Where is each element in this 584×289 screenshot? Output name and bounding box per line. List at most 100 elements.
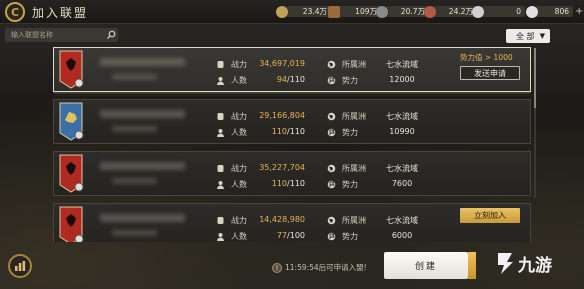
add-gold-icon[interactable]: + <box>575 6 583 17</box>
alliance-force: 7600 <box>391 179 413 188</box>
send-application-button[interactable]: 发送申请 <box>460 66 520 80</box>
grain-icon <box>276 5 288 18</box>
alliance-name-obscured <box>100 214 185 222</box>
alliance-region: 七水流域 <box>386 60 418 69</box>
alliance-power: 35,227,704 <box>259 163 305 172</box>
alliance-name-obscured <box>100 162 185 170</box>
fist-icon <box>217 217 224 224</box>
bar-chart-icon <box>15 261 26 271</box>
globe-icon <box>327 216 336 225</box>
region-label: 所属洲 <box>342 216 366 225</box>
alliance-row[interactable]: 战力 29,166,804 人数 110/110 所属洲 七水流域 势力 109… <box>53 99 531 144</box>
wood-icon <box>328 5 340 18</box>
alliance-region: 七水流域 <box>386 112 418 121</box>
gold-coin-icon <box>526 5 538 18</box>
region-label: 所属洲 <box>342 60 366 69</box>
resource-value: 109万 <box>337 6 381 17</box>
leader-name-obscured <box>112 230 157 236</box>
search-input[interactable] <box>5 28 105 42</box>
members-icon <box>217 233 224 241</box>
members-max: /110 <box>287 179 305 188</box>
alliance-banner-icon <box>59 154 84 193</box>
leader-name-obscured <box>112 74 157 80</box>
member-count: 94/110 <box>243 75 305 84</box>
members-current: 110 <box>271 127 288 136</box>
search-icon[interactable] <box>106 30 116 40</box>
members-max: /110 <box>287 75 305 84</box>
resource-iron[interactable]: 24.2万 <box>424 4 477 19</box>
scrollbar-thumb[interactable] <box>534 48 536 108</box>
flag-icon <box>327 232 336 241</box>
alliance-row[interactable]: 战力 35,227,704 人数 110/110 所属洲 七水流域 势力 760… <box>53 151 531 196</box>
back-arrow-icon: C <box>10 5 20 19</box>
members-current: 110 <box>271 179 288 188</box>
flag-icon <box>327 128 336 137</box>
filter-dropdown[interactable]: 全 部 ▼ <box>506 29 550 43</box>
fist-icon <box>217 113 224 120</box>
resource-value: 20.7万 <box>385 6 429 17</box>
alliance-row[interactable]: 战力 14,428,980 人数 77/100 所属洲 七水流域 势力 6000… <box>53 203 531 242</box>
alliance-force: 12000 <box>389 75 415 84</box>
alliance-list: 战力 34,697,019 人数 94/110 所属洲 七水流域 势力 1200… <box>53 47 531 242</box>
alliance-region: 七水流域 <box>386 164 418 173</box>
flag-icon <box>327 76 336 85</box>
alliance-banner-icon <box>59 102 84 141</box>
force-label: 势力 <box>342 76 358 85</box>
alliance-name-obscured <box>100 110 185 118</box>
leader-name-obscured <box>112 178 157 184</box>
alliance-region: 七水流域 <box>386 216 418 225</box>
globe-icon <box>327 164 336 173</box>
watermark-text: 九游 <box>518 255 552 276</box>
members-icon <box>217 77 224 85</box>
globe-icon <box>327 60 336 69</box>
force-label: 势力 <box>342 128 358 137</box>
create-alliance-button[interactable]: 创建 <box>384 252 468 279</box>
alliance-power: 29,166,804 <box>259 111 305 120</box>
region-label: 所属洲 <box>342 164 366 173</box>
search-box <box>5 28 118 42</box>
leader-name-obscured <box>112 126 157 132</box>
members-max: /100 <box>287 231 305 240</box>
cooldown-text: 11:59:54后可申请入盟! <box>285 263 367 272</box>
alliance-row[interactable]: 战力 34,697,019 人数 94/110 所属洲 七水流域 势力 1200… <box>53 47 531 92</box>
alliance-banner-icon <box>59 50 84 89</box>
alliance-force: 6000 <box>391 231 413 240</box>
top-bar: C 加入联盟 23.4万 109万 20.7万 24.2万 0 + 806 + <box>0 0 584 24</box>
chevron-down-icon: ▼ <box>539 32 545 40</box>
fist-icon <box>217 61 224 68</box>
resource-grain[interactable]: 23.4万 <box>276 4 331 19</box>
members-max: /110 <box>287 127 305 136</box>
back-button[interactable]: C <box>5 2 25 22</box>
resource-value: 0 <box>481 6 525 17</box>
filter-selected: 全 部 <box>516 31 535 41</box>
resource-wood[interactable]: 109万 <box>328 4 381 19</box>
region-label: 所属洲 <box>342 112 366 121</box>
stone-icon <box>376 5 388 18</box>
alliance-power: 14,428,980 <box>259 215 305 224</box>
ranking-button[interactable] <box>8 254 32 278</box>
warning-icon: ! <box>272 262 282 273</box>
member-count: 77/100 <box>243 231 305 240</box>
gold-accent <box>468 252 476 279</box>
force-requirement: 势力值 > 1000 <box>460 53 513 62</box>
fist-icon <box>217 165 224 172</box>
alliance-name-obscured <box>100 58 185 66</box>
resource-gold[interactable]: 806 + <box>526 4 583 19</box>
alliance-power: 34,697,019 <box>259 59 305 68</box>
member-count: 110/110 <box>243 179 305 188</box>
force-label: 势力 <box>342 232 358 241</box>
force-label: 势力 <box>342 180 358 189</box>
flag-icon <box>327 180 336 189</box>
list-scrollbar[interactable] <box>534 48 536 198</box>
resource-value: 806 <box>535 6 573 17</box>
join-now-button[interactable]: 立刻加入 <box>460 208 520 223</box>
page-title: 加入联盟 <box>32 6 89 20</box>
members-icon <box>217 181 224 189</box>
members-current: 94 <box>276 75 288 84</box>
members-icon <box>217 129 224 137</box>
resource-stone[interactable]: 20.7万 <box>376 4 429 19</box>
resource-value: 23.4万 <box>285 6 331 17</box>
copper-coin-icon <box>472 5 484 18</box>
watermark: 九游 <box>492 250 552 276</box>
alliance-force: 10990 <box>389 127 415 136</box>
